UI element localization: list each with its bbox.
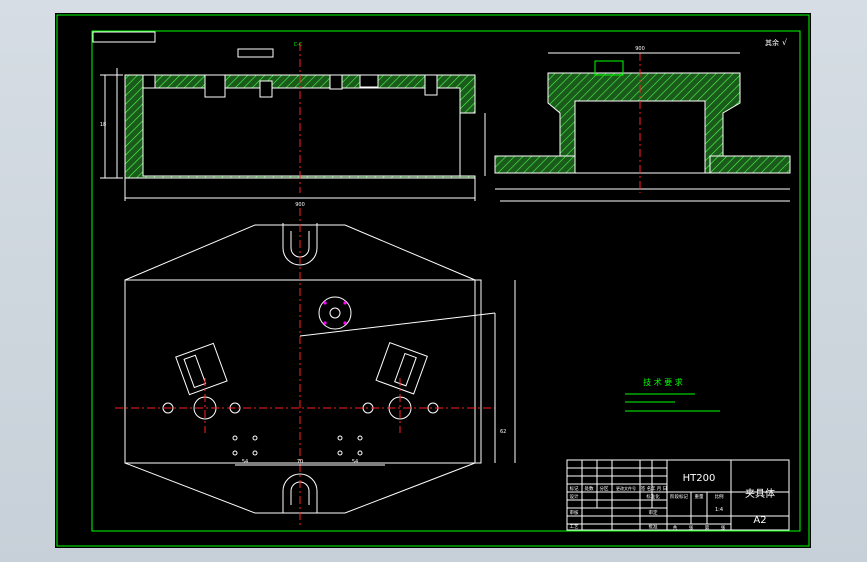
dim-pitch-3: 54 [352, 459, 358, 465]
section-label: C-C [294, 42, 303, 48]
tb-row-label-2: 处数 [585, 485, 594, 492]
tb-stage-label-3: 比例 [715, 493, 724, 500]
corner-tag [92, 31, 156, 43]
surface-mark: 其余 [765, 38, 779, 47]
tb-mid-label-2: 审定 [649, 509, 658, 516]
dim-right-height: 62 [500, 429, 506, 435]
tb-side-label-1: 设计 [570, 493, 579, 500]
tb-bottom-label-4: 张 [721, 524, 726, 531]
part-name: 夹具体 [745, 487, 775, 500]
tb-stage-label-1: 阶段标记 [670, 493, 688, 500]
dim-pitch-2: 70 [297, 459, 303, 465]
tb-row-label-6: 年 月 日 [651, 485, 667, 492]
dim-pitch-1: 54 [242, 459, 248, 465]
plan-view: 54 70 54 62 [115, 208, 516, 528]
scale-label: 1:4 [715, 507, 723, 513]
tb-mid-label-1: 标准化 [646, 493, 660, 500]
section-view-left: C-C [100, 42, 486, 201]
side-view-right: 900 其余 √ [494, 38, 791, 202]
roughness-icon: √ [782, 38, 788, 47]
tb-side-label-2: 审核 [570, 509, 579, 516]
tb-row-label-1: 标记 [570, 485, 579, 492]
tb-row-label-4: 更改文件号 [616, 485, 636, 491]
tb-row-label-3: 分区 [600, 485, 609, 492]
tb-bottom-label-2: 张 [689, 524, 694, 531]
dim-section-width: 900 [635, 46, 645, 52]
tb-side-label-3: 工艺 [570, 524, 579, 530]
tb-row-label-5: 签 名 [641, 485, 651, 492]
tb-bottom-label-1: 共 [673, 524, 678, 531]
tb-bottom-label-3: 第 [705, 524, 710, 531]
dim-left-offset: 18 [100, 122, 106, 128]
tb-stage-label-2: 重量 [695, 493, 704, 500]
sheet-size: A2 [753, 515, 766, 526]
cad-drawing: C-C 900 其余 √ 54 70 54 62 技 术 要 求 HT200 夹… [56, 14, 810, 547]
tb-mid-label-3: 批准 [649, 523, 658, 530]
tech-req-title: 技 术 要 求 [643, 377, 683, 387]
dim-top-width: 900 [295, 202, 305, 208]
material-label: HT200 [683, 473, 716, 484]
drawing-canvas: C-C 900 其余 √ 54 70 54 62 技 术 要 求 HT200 夹… [55, 13, 811, 548]
technical-requirements: 技 术 要 求 [625, 377, 720, 412]
title-block: HT200 夹具体 A2 1:4 标记 处数 分区 更改文件号 签 名 年 月 … [566, 459, 790, 531]
